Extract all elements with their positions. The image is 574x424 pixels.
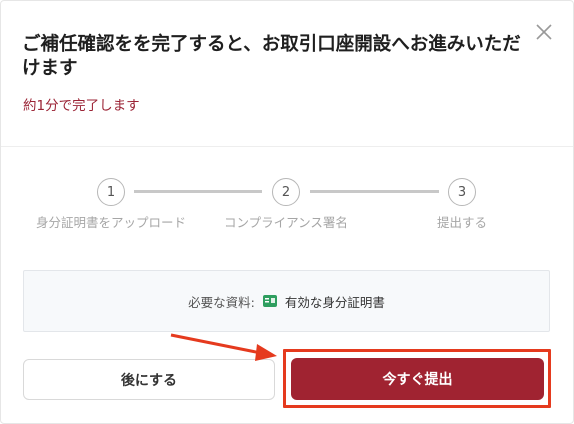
- id-card-icon: [262, 295, 277, 307]
- step-2-label: コンプライアンス署名: [224, 215, 348, 230]
- step-connector-1: [134, 190, 262, 193]
- stepper: 1 2 3 身分証明書をアップロード コンプライアンス署名 提出する: [1, 1, 573, 261]
- requirements-value: 有効な身分証明書: [284, 294, 385, 310]
- step-3-circle: 3: [448, 178, 476, 206]
- requirements-box: 必要な資料: 有効な身分証明書: [23, 270, 550, 332]
- annotation-arrow-icon: [170, 333, 277, 361]
- step-3-label: 提出する: [436, 215, 487, 230]
- step-1-label: 身分証明書をアップロード: [35, 215, 186, 230]
- step-connector-2: [310, 190, 439, 193]
- step-1-circle: 1: [97, 178, 125, 206]
- submit-now-button[interactable]: 今すぐ提出: [291, 358, 544, 400]
- requirements-label: 必要な資料:: [188, 294, 255, 310]
- dialog: ご補任確認をを完了すると、お取引口座開設へお進みいただけます 約1分で完了します…: [0, 0, 574, 424]
- step-2-circle: 2: [272, 178, 300, 206]
